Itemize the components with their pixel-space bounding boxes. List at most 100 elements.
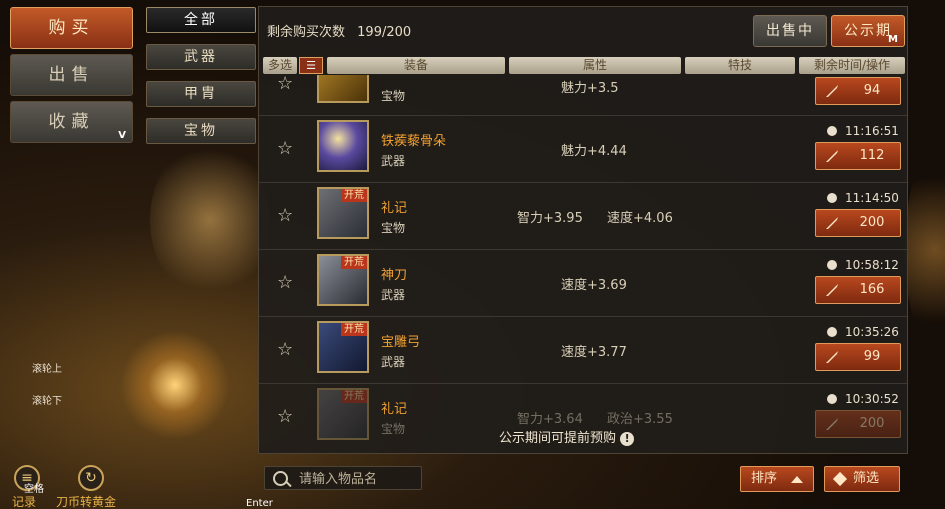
on-sale-button[interactable]: 出售中 [753, 15, 827, 47]
mace-icon[interactable] [317, 120, 369, 172]
right-glow [905, 150, 945, 350]
remaining-time: 10:35:26 [827, 325, 899, 339]
item-attribute: 魅力+4.44 [561, 144, 627, 159]
sword-icon [826, 351, 838, 363]
category-weapon[interactable]: 武器 [146, 44, 256, 70]
remaining-purchases: 剩余购买次数 199/200 [267, 21, 411, 40]
item-name: 礼记 [381, 402, 408, 417]
sword-icon [826, 150, 838, 162]
price-value: 112 [859, 148, 885, 163]
clock-icon [827, 260, 837, 270]
remaining-time: 10:58:12 [827, 258, 899, 272]
item-attribute: 智力+3.64 [517, 412, 583, 427]
category-all[interactable]: 全部 [146, 7, 256, 33]
buy-price-button[interactable]: 166 [815, 276, 901, 304]
price-value: 200 [859, 416, 885, 431]
clock-icon [827, 394, 837, 404]
category-armor[interactable]: 甲胄 [146, 81, 256, 107]
favorite-tab[interactable]: 收藏 V [10, 101, 133, 143]
notice-message: 公示期间可提前预购 ! [499, 427, 635, 446]
buy-price-button[interactable]: 99 [815, 343, 901, 371]
item-tag: 开荒 [341, 189, 367, 202]
list-item: ☆ 开荒 礼记 宝物 智力+3.95 速度+4.06 11:14:50 200 [259, 182, 907, 244]
favorite-star-icon[interactable]: ☆ [277, 339, 293, 360]
item-tag: 开荒 [341, 256, 367, 269]
left-nav: 购买 出售 收藏 V 滚轮上 滚轮下 ≡ ↻ 记录 刀币转黄金 空格 [0, 0, 140, 509]
sword-icon [826, 284, 838, 296]
item-attribute: 速度+3.69 [561, 278, 627, 293]
blade-icon[interactable]: 开荒 [317, 254, 369, 306]
item-tag: 开荒 [341, 390, 367, 403]
filter-icon [832, 471, 848, 487]
search-input[interactable] [299, 470, 419, 488]
item-attribute: 速度+4.06 [607, 211, 673, 226]
search-icon [273, 471, 288, 486]
filter-button[interactable]: 筛选 [824, 466, 900, 492]
list-item: ☆ 开荒 宝雕弓 武器 速度+3.77 10:35:26 99 [259, 316, 907, 378]
item-name: 宝雕弓 [381, 335, 421, 350]
buy-price-button[interactable]: 94 [815, 77, 901, 105]
buy-price-button[interactable]: 200 [815, 209, 901, 237]
buy-price-button[interactable]: 200 [815, 410, 901, 438]
sell-tab[interactable]: 出售 [10, 54, 133, 96]
buy-tab[interactable]: 购买 [10, 7, 133, 49]
candle-glow [150, 140, 270, 300]
notice-period-label: 公示期 [844, 23, 892, 39]
item-type: 武器 [381, 355, 406, 369]
remaining-time: 11:14:50 [827, 191, 899, 205]
category-treasure[interactable]: 宝物 [146, 118, 256, 144]
notice-period-button[interactable]: 公示期 M [831, 15, 905, 47]
remaining-time-value: 11:16:51 [845, 124, 899, 138]
sort-up-icon [791, 476, 803, 483]
clock-icon [827, 193, 837, 203]
item-type: 宝物 [381, 422, 406, 436]
item-attribute: 智力+3.95 [517, 211, 583, 226]
favorite-star-icon[interactable]: ☆ [277, 272, 293, 293]
remaining-time-value: 11:14:50 [845, 191, 899, 205]
attribute-header: 属性 [509, 57, 681, 74]
records-button[interactable]: 记录 [12, 493, 36, 509]
book-icon[interactable]: 开荒 [317, 388, 369, 440]
bow-icon[interactable]: 开荒 [317, 321, 369, 373]
sword-icon [826, 217, 838, 229]
remaining-time-value: 10:30:52 [845, 392, 899, 406]
list-item: ☆ 开荒 神刀 武器 速度+3.69 10:58:12 166 [259, 249, 907, 311]
price-value: 99 [863, 349, 881, 364]
info-icon[interactable]: ! [620, 432, 635, 446]
filter-label: 筛选 [853, 471, 880, 486]
notice-text: 公示期间可提前预购 [499, 431, 617, 446]
multi-select-header[interactable]: 多选 [263, 57, 297, 74]
remaining-time: 10:30:52 [827, 392, 899, 406]
remaining-time: 11:16:51 [827, 124, 899, 138]
clock-icon [827, 126, 837, 136]
remaining-label: 剩余购买次数 [267, 25, 346, 40]
item-type: 宝物 [381, 89, 406, 103]
sort-label: 排序 [751, 471, 778, 486]
item-type: 宝物 [381, 221, 406, 235]
favorite-star-icon[interactable]: ☆ [277, 205, 293, 226]
market-panel: 剩余购买次数 199/200 出售中 公示期 M 多选 ☰ 装备 属性 特技 剩… [258, 6, 908, 454]
skill-header: 特技 [685, 57, 795, 74]
price-value: 200 [859, 215, 885, 230]
item-attribute: 政治+3.55 [607, 412, 673, 427]
remaining-time-value: 10:35:26 [845, 325, 899, 339]
favorite-star-icon[interactable]: ☆ [277, 75, 293, 94]
list-view-icon[interactable]: ☰ [299, 57, 323, 74]
favorite-star-icon[interactable]: ☆ [277, 406, 293, 427]
favorite-tab-label: 收藏 [48, 112, 95, 132]
exchange-button[interactable]: 刀币转黄金 [56, 493, 116, 509]
book-icon[interactable]: 开荒 [317, 187, 369, 239]
sword-icon [826, 85, 838, 97]
item-type: 武器 [381, 288, 406, 302]
favorite-star-icon[interactable]: ☆ [277, 138, 293, 159]
exchange-icon[interactable]: ↻ [78, 465, 104, 491]
clock-icon [827, 327, 837, 337]
chest-icon[interactable] [317, 75, 369, 103]
scroll-up-hint: 滚轮上 [32, 364, 62, 375]
price-value: 94 [863, 83, 881, 98]
buy-price-button[interactable]: 112 [815, 142, 901, 170]
item-type: 武器 [381, 154, 406, 168]
sort-button[interactable]: 排序 [740, 466, 814, 492]
item-tag: 开荒 [341, 323, 367, 336]
remaining-value: 199/200 [357, 25, 412, 40]
